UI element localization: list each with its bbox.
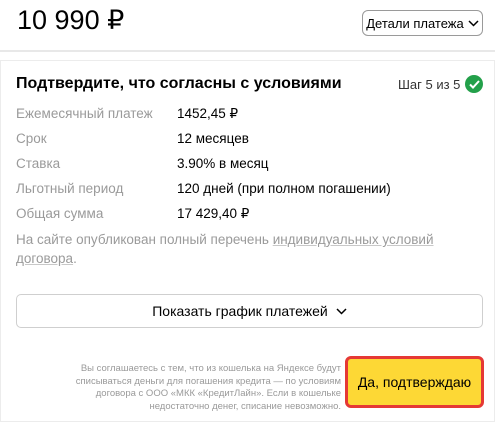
terms-note-text: На сайте опубликован полный перечень <box>16 232 273 247</box>
step-indicator: Шаг 5 из 5 <box>398 77 461 92</box>
term-value: 1452,45 ₽ <box>177 106 239 121</box>
term-label: Срок <box>16 131 47 146</box>
show-payment-schedule-button[interactable]: Показать график платежей <box>16 294 483 328</box>
term-label: Ставка <box>16 156 61 171</box>
confirmation-heading: Подтвердите, что согласны с условиями <box>16 75 342 92</box>
legal-disclaimer: Вы соглашаетесь с тем, что из кошелька н… <box>75 363 341 412</box>
payment-details-label: Детали платежа <box>366 15 464 31</box>
term-label: Ежемесячный платеж <box>16 106 153 121</box>
show-payment-schedule-label: Показать график платежей <box>152 303 328 319</box>
check-circle-icon <box>465 75 483 93</box>
payment-details-button[interactable]: Детали платежа <box>362 10 483 36</box>
price-amount: 10 990 ₽ <box>17 5 125 35</box>
chevron-down-icon <box>336 307 347 315</box>
term-value: 120 дней (при полном погашении) <box>177 181 391 196</box>
term-label: Льготный период <box>16 181 124 196</box>
confirm-button[interactable]: Да, подтверждаю <box>345 356 484 408</box>
term-label: Общая сумма <box>16 206 104 221</box>
terms-note-end: . <box>73 251 77 266</box>
term-value: 17 429,40 ₽ <box>177 206 250 221</box>
chevron-down-icon <box>468 19 479 27</box>
terms-note: На сайте опубликован полный перечень инд… <box>16 230 476 268</box>
header-divider <box>0 50 495 52</box>
term-value: 12 месяцев <box>177 131 249 146</box>
term-value: 3.90% в месяц <box>177 156 269 171</box>
